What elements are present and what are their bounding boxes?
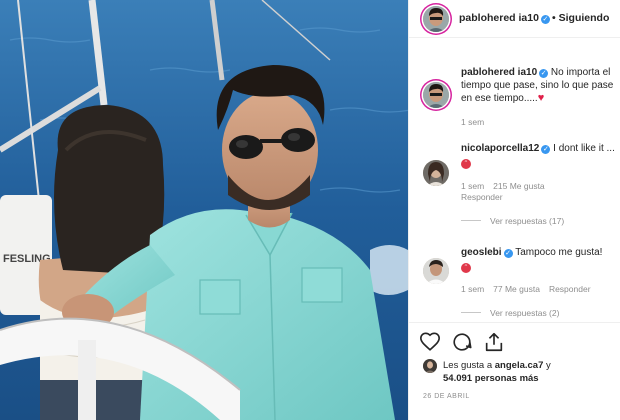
post-photo[interactable]: FESLING [0,0,408,420]
reply-button[interactable]: Responder [461,192,503,202]
comment-text-block: geoslebi ✓ Tampoco me gusta! [461,246,620,259]
heart-icon[interactable] [419,331,441,353]
comment-likes[interactable]: 215 Me gusta [493,181,545,191]
comment-emoji-line: ᵔ [461,155,471,169]
view-replies-button[interactable]: Ver respuestas (17) [461,216,564,226]
comment-likes[interactable]: 77 Me gusta [493,284,540,294]
following-button[interactable]: Siguiendo [559,12,610,24]
verified-icon: ✓ [541,145,551,154]
comment-icon[interactable] [451,331,473,353]
view-replies-button[interactable]: Ver respuestas (2) [461,308,559,318]
avatar-image [423,82,449,108]
comment-text: Tampoco me gusta! [515,247,603,258]
verified-icon: ✓ [540,15,550,24]
comment-meta: 1 sem 215 Me gusta [461,181,554,191]
likes-conj: y [546,360,551,371]
comment-text: I dont like it ... [553,143,615,154]
caption-time[interactable]: 1 sem [461,117,484,127]
comment-time[interactable]: 1 sem [461,284,484,294]
caption-text-block: pablohered ia10 ✓ No importa el tiempo qu… [461,66,617,105]
caption-meta: 1 sem [461,117,493,127]
avatar-image [423,359,437,373]
verified-icon: ✓ [539,69,549,78]
comment-meta: 1 sem 77 Me gusta Responder [461,284,600,294]
caption-avatar[interactable] [423,82,449,108]
post-date[interactable]: 26 DE ABRIL [423,393,470,400]
comment-avatar[interactable] [423,160,449,186]
angry-emoji-icon: ᵔ [461,159,471,169]
angry-emoji-icon: ᵔ [461,263,471,273]
liker-avatar[interactable] [423,359,437,373]
comments-list[interactable]: pablohered ia10 ✓ No importa el tiempo qu… [409,40,620,320]
comment-text-block: nicolaporcella12 ✓ I dont like it ... [461,142,620,155]
post-header: pablohered ia10 ✓ • Siguiendo [409,0,620,38]
comment-username[interactable]: geoslebi [461,247,502,258]
comment-avatar[interactable] [423,258,449,284]
likes-summary: Les gusta a angela.ca7 y 54.091 personas… [443,359,551,385]
avatar-image [423,258,449,284]
verified-icon: ✓ [503,249,513,258]
avatar-image [423,6,449,32]
comment-time[interactable]: 1 sem [461,181,484,191]
share-icon[interactable] [483,331,505,353]
post-image: FESLING [0,0,408,420]
likes-count[interactable]: 54.091 personas más [443,373,539,384]
red-heart-icon: ♥ [537,92,545,104]
caption-username[interactable]: pablohered ia10 [461,67,537,78]
author-username[interactable]: pablohered ia10 [459,12,539,24]
author-avatar[interactable] [423,6,449,32]
likes-prefix: Les gusta a [443,360,493,371]
liker-username[interactable]: angela.ca7 [495,360,544,371]
avatar-image [423,160,449,186]
post-actions: Les gusta a angela.ca7 y 54.091 personas… [409,322,620,420]
reply-button[interactable]: Responder [549,284,591,294]
post-sidebar: pablohered ia10 ✓ • Siguiendo pablohered ia… [408,0,620,420]
separator-dot: • [551,12,556,24]
header-line: pablohered ia10 ✓ • Siguiendo [459,12,609,24]
comment-emoji-line: ᵔ [461,259,471,273]
comment-username[interactable]: nicolaporcella12 [461,143,539,154]
